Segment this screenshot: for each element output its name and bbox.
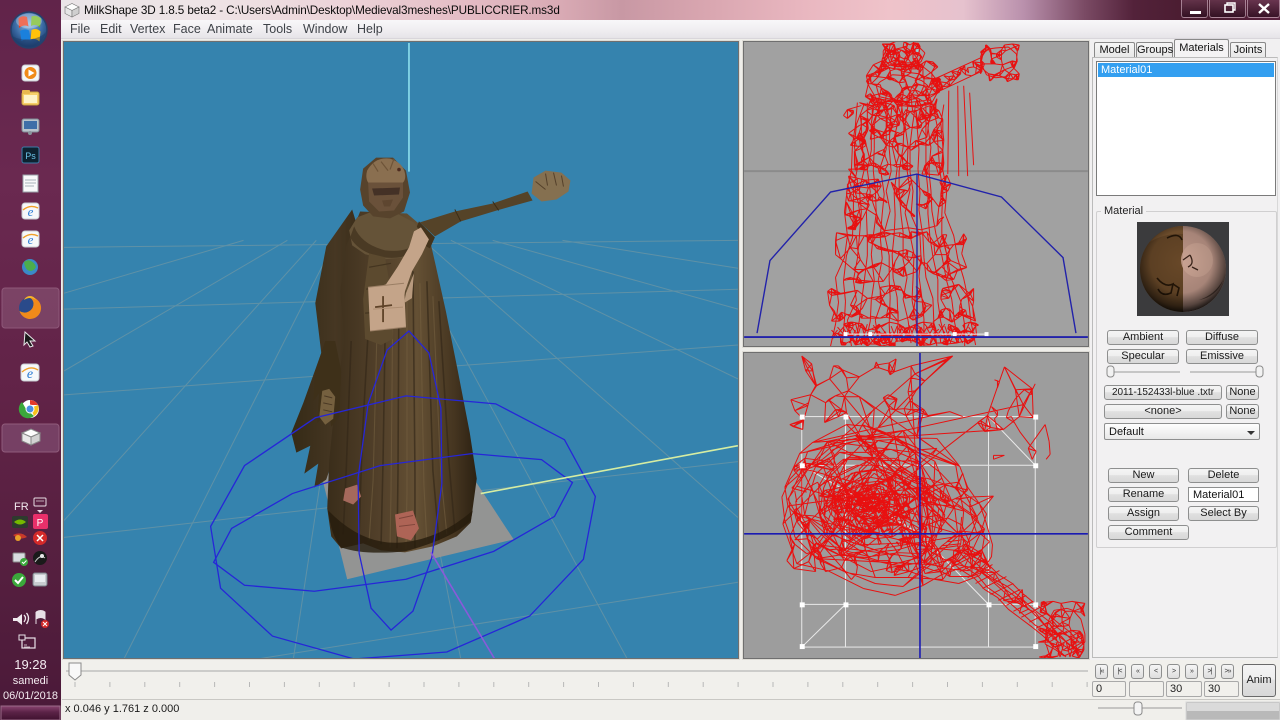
svg-text:FR: FR	[14, 501, 29, 513]
svg-text:Ps: Ps	[25, 151, 36, 161]
svg-text:e: e	[27, 367, 33, 382]
svg-text:P: P	[37, 518, 44, 529]
